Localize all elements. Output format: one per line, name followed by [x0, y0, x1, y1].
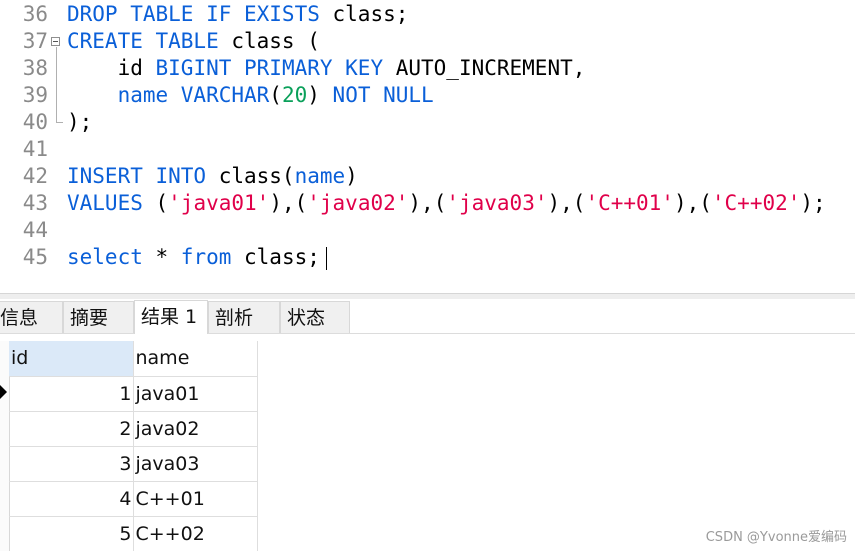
- code-line[interactable]: 39 name VARCHAR(20) NOT NULL: [0, 82, 855, 109]
- cell-id[interactable]: 1: [9, 376, 134, 412]
- code-line[interactable]: 37 CREATE TABLE class (: [0, 28, 855, 55]
- code-text[interactable]: CREATE TABLE class (: [67, 28, 320, 55]
- cell-id[interactable]: 4: [9, 481, 134, 517]
- line-number: 43: [22, 191, 48, 215]
- code-token-str: 'C++01': [585, 191, 674, 215]
- code-line[interactable]: 43 VALUES ('java01'),('java02'),('java03'…: [0, 190, 855, 217]
- code-token-kw: name VARCHAR: [117, 83, 270, 107]
- header-row: id name: [9, 341, 258, 377]
- code-token-kw: select: [67, 245, 143, 269]
- code-line[interactable]: 38 id BIGINT PRIMARY KEY AUTO_INCREMENT,: [0, 55, 855, 82]
- current-row-pointer-icon: [0, 385, 7, 399]
- code-text[interactable]: name VARCHAR(20) NOT NULL: [67, 82, 434, 109]
- cell-id[interactable]: 3: [9, 446, 134, 482]
- code-line[interactable]: 45 select * from class;: [0, 244, 855, 271]
- table-row[interactable]: 5 C++02: [9, 516, 258, 551]
- code-token-kw: CREATE TABLE: [67, 29, 219, 53]
- code-text[interactable]: VALUES ('java01'),('java02'),('java03'),…: [67, 190, 826, 217]
- line-number: 44: [22, 218, 48, 242]
- tab-result-1[interactable]: 结果 1: [134, 300, 208, 334]
- code-token-plain: ),(: [408, 191, 447, 215]
- code-line[interactable]: 36 DROP TABLE IF EXISTS class;: [0, 1, 855, 28]
- navicat-query-window: 36 DROP TABLE IF EXISTS class; 37 CREATE TA…: [0, 0, 855, 551]
- code-token-str: 'java01': [168, 191, 270, 215]
- tab-info[interactable]: 信息: [0, 301, 63, 333]
- code-token-kw: DROP TABLE IF EXISTS: [67, 2, 320, 26]
- code-token-kw: VALUES: [67, 191, 143, 215]
- code-token-str: 'C++02': [711, 191, 801, 215]
- cell-name[interactable]: java01: [133, 376, 258, 412]
- column-header-id[interactable]: id: [9, 341, 134, 377]
- code-token-plain: AUTO_INCREMENT,: [383, 56, 586, 80]
- code-token-plain: (: [269, 83, 282, 107]
- cell-name[interactable]: java03: [133, 446, 258, 482]
- code-token-plain: );: [67, 110, 93, 134]
- tab-status[interactable]: 状态: [280, 301, 350, 333]
- code-token-kw: NOT NULL: [332, 83, 434, 107]
- cell-id[interactable]: 2: [9, 411, 134, 447]
- line-number: 42: [22, 164, 48, 188]
- code-token-plain: class(: [206, 164, 295, 188]
- tab-summary[interactable]: 摘要: [63, 301, 134, 333]
- code-text[interactable]: id BIGINT PRIMARY KEY AUTO_INCREMENT,: [67, 55, 586, 82]
- line-number: 37: [22, 29, 48, 53]
- code-token-plain: );: [800, 191, 826, 215]
- table-row[interactable]: 1 java01: [9, 376, 258, 412]
- cell-id[interactable]: 5: [9, 516, 134, 551]
- code-token-plain: ),(: [673, 191, 712, 215]
- result-table: id name 1 java01 2 java02 3 java03 4 C++…: [9, 341, 258, 551]
- code-token-str: 'java03': [446, 191, 548, 215]
- sql-editor[interactable]: 36 DROP TABLE IF EXISTS class; 37 CREATE TA…: [0, 0, 855, 293]
- code-line[interactable]: 41: [0, 136, 855, 163]
- code-token-kw: BIGINT PRIMARY KEY: [155, 56, 384, 80]
- result-grid: id name 1 java01 2 java02 3 java03 4 C++…: [0, 334, 855, 551]
- code-token-plain: ),(: [269, 191, 308, 215]
- code-line[interactable]: 40);: [0, 109, 855, 136]
- code-line[interactable]: 42 INSERT INTO class(name): [0, 163, 855, 190]
- code-text[interactable]: select * from class;: [67, 244, 320, 271]
- cell-name[interactable]: C++01: [133, 481, 258, 517]
- cell-name[interactable]: java02: [133, 411, 258, 447]
- code-token-plain: class;: [319, 2, 409, 26]
- column-header-name[interactable]: name: [133, 341, 258, 377]
- code-token-kw: INSERT INTO: [67, 164, 207, 188]
- code-token-plain: *: [142, 245, 181, 269]
- tab-profile[interactable]: 剖析: [208, 301, 280, 333]
- code-token-plain: ),(: [547, 191, 586, 215]
- code-token-plain: id: [67, 56, 156, 80]
- cell-name[interactable]: C++02: [133, 516, 258, 551]
- code-token-plain: (: [142, 191, 169, 215]
- code-text[interactable]: INSERT INTO class(name): [67, 163, 358, 190]
- line-number: 40: [22, 110, 48, 134]
- code-token-plain: class;: [231, 245, 320, 269]
- code-token-plain: ): [307, 83, 333, 107]
- line-number: 38: [22, 56, 48, 80]
- line-number: 39: [22, 83, 48, 107]
- line-number: 45: [22, 245, 48, 269]
- table-row[interactable]: 4 C++01: [9, 481, 258, 517]
- code-token-str: 'java02': [307, 191, 409, 215]
- code-token-num: 20: [281, 83, 308, 107]
- table-row[interactable]: 3 java03: [9, 446, 258, 482]
- table-row[interactable]: 2 java02: [9, 411, 258, 447]
- code-line[interactable]: 44: [0, 217, 855, 244]
- line-number: 41: [22, 137, 48, 161]
- result-tab-bar: 信息 摘要 结果 1 剖析 状态: [0, 299, 855, 334]
- code-token-kw: from: [180, 245, 232, 269]
- code-token-plain: ): [345, 164, 358, 188]
- code-token-plain: class (: [218, 29, 320, 53]
- line-number: 36: [22, 2, 48, 26]
- code-text[interactable]: DROP TABLE IF EXISTS class;: [67, 1, 408, 28]
- code-token-kw: name: [294, 164, 346, 188]
- code-text[interactable]: );: [67, 109, 92, 136]
- watermark: CSDN @Yvonne爱编码: [705, 530, 847, 545]
